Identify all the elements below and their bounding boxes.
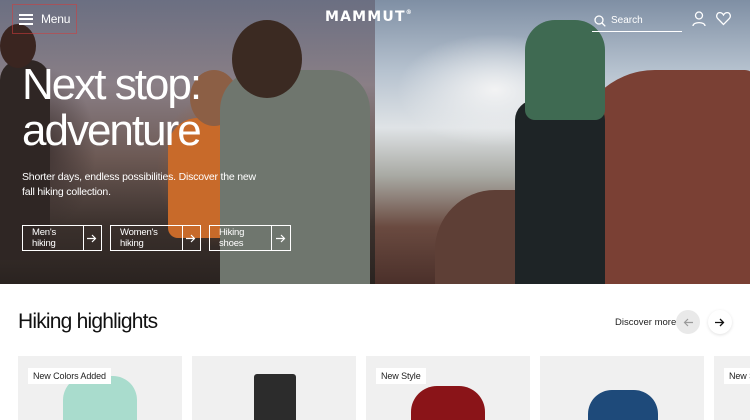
search-field[interactable]: Search <box>592 10 682 32</box>
section-title: Hiking highlights <box>18 310 158 333</box>
account-icon[interactable] <box>692 11 706 27</box>
search-label: Search <box>611 15 643 26</box>
product-badge: New Colors Added <box>28 368 111 384</box>
hero-image-right <box>375 0 750 284</box>
menu-label: Menu <box>41 12 71 26</box>
hero-banner: Menu MAMMUT® Search Next stop: adventure … <box>0 0 750 284</box>
product-card[interactable] <box>192 356 356 420</box>
product-badge: New St <box>724 368 750 384</box>
product-card[interactable]: New Style <box>366 356 530 420</box>
cta-label: Women's hiking <box>120 227 158 249</box>
product-image <box>411 386 485 420</box>
arrow-right-icon <box>271 226 290 250</box>
product-card[interactable]: New St <box>714 356 750 420</box>
heart-icon[interactable] <box>716 11 731 26</box>
carousel-next-button[interactable] <box>708 310 732 334</box>
product-image <box>254 374 296 420</box>
product-image <box>588 390 658 420</box>
product-card[interactable] <box>540 356 704 420</box>
menu-button[interactable]: Menu <box>12 4 78 34</box>
hero-headline: Next stop: adventure <box>22 60 202 155</box>
arrow-right-icon <box>715 318 725 326</box>
discover-more-link[interactable]: Discover more <box>615 317 676 328</box>
carousel-prev-button[interactable] <box>676 310 700 334</box>
product-badge: New Style <box>376 368 426 384</box>
cta-label: Hiking shoes <box>219 227 245 249</box>
cta-label: Men's hiking <box>32 227 57 249</box>
hero-subline: Shorter days, endless possibilities. Dis… <box>22 171 256 198</box>
mens-hiking-button[interactable]: Men's hiking <box>22 225 102 251</box>
womens-hiking-button[interactable]: Women's hiking <box>110 225 201 251</box>
arrow-right-icon <box>82 226 101 250</box>
search-icon <box>594 14 606 27</box>
arrow-left-icon <box>683 318 693 326</box>
product-card[interactable]: New Colors Added <box>18 356 182 420</box>
arrow-right-icon <box>181 226 200 250</box>
brand-logo[interactable]: MAMMUT® <box>325 9 413 25</box>
hiking-shoes-button[interactable]: Hiking shoes <box>209 225 291 251</box>
hamburger-icon <box>19 13 33 25</box>
